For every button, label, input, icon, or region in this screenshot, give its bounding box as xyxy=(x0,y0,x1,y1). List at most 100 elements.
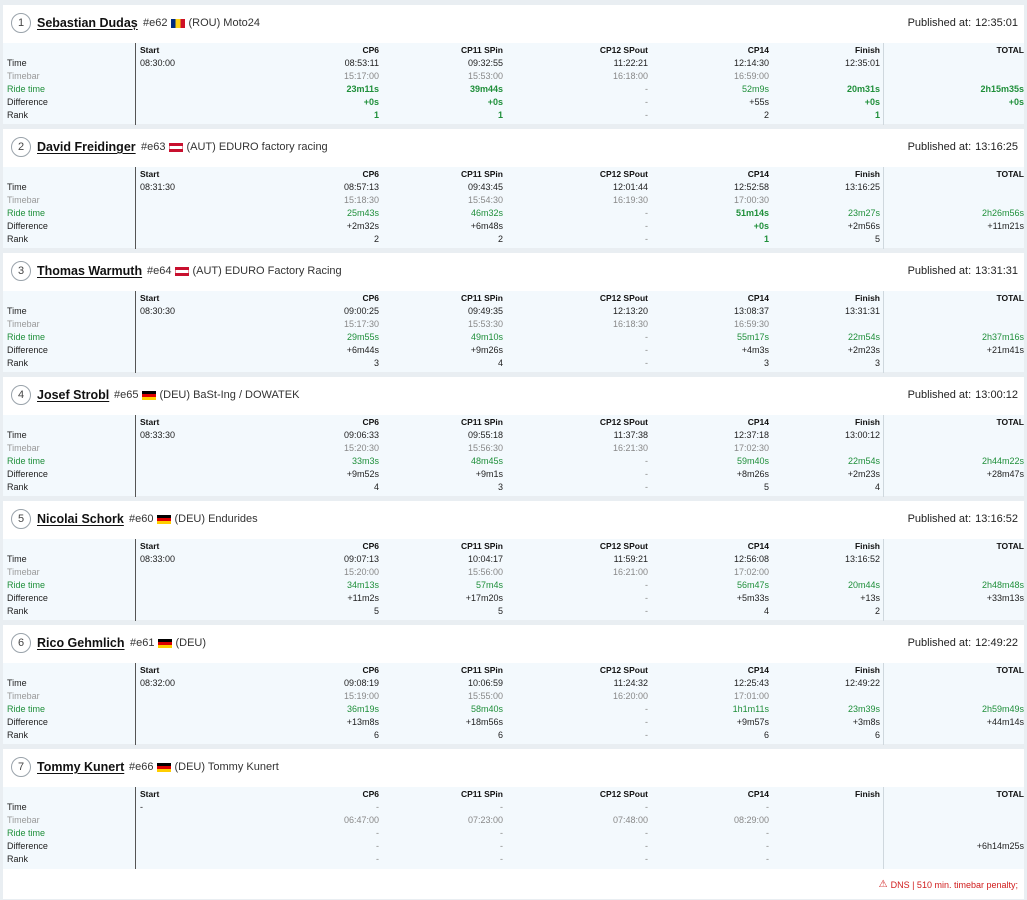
rank-cell: 1 xyxy=(874,110,880,120)
ride-time-cell: 51m14s xyxy=(735,208,769,218)
time-cell: 12:37:18 xyxy=(733,430,769,440)
time-cell: 09:49:35 xyxy=(467,306,503,316)
difference-cell: - xyxy=(766,841,769,851)
ride-time-cell: 52m9s xyxy=(741,84,769,94)
rider-number: #e63 xyxy=(141,141,166,153)
published-label: Published at: xyxy=(907,389,972,401)
column-header-cp14: CP14 xyxy=(747,541,769,551)
timebar-row-label: Timebar xyxy=(7,443,40,453)
ride-time-cell: - xyxy=(645,208,648,218)
timebar-cell: 15:20:30 xyxy=(343,443,379,453)
ride-time-cell: 29m55s xyxy=(346,332,379,342)
rank-cell: 3 xyxy=(497,482,503,492)
difference-cell: +2m23s xyxy=(847,469,880,479)
rider-name-link[interactable]: Sebastian Dudaș xyxy=(37,16,138,30)
difference-row-label: Difference xyxy=(7,841,48,851)
time-cell: 09:08:19 xyxy=(343,678,379,688)
split-times-table: Time Timebar Ride time Difference Rank Start -… xyxy=(3,787,1024,869)
difference-cell: +3m8s xyxy=(852,717,880,727)
timebar-cell: 07:23:00 xyxy=(467,815,503,825)
rank-cell: 6 xyxy=(373,730,379,740)
rider-name-link[interactable]: Thomas Warmuth xyxy=(37,264,142,278)
start-time: 08:31:30 xyxy=(140,182,176,192)
difference-cell: +44m14s xyxy=(986,717,1024,727)
split-times-table: Time Timebar Ride time Difference Rank Start 0… xyxy=(3,663,1024,745)
timebar-cell: 15:54:30 xyxy=(467,195,503,205)
table-divider xyxy=(135,43,136,125)
rank-row-label: Rank xyxy=(7,358,29,368)
rank-cell: 2 xyxy=(373,234,379,244)
difference-row-label: Difference xyxy=(7,593,48,603)
rank-cell: 6 xyxy=(763,730,769,740)
rider-name-link[interactable]: Josef Strobl xyxy=(37,388,109,402)
time-cell: 12:56:08 xyxy=(733,554,769,564)
column-header-cp6: CP6 xyxy=(362,45,379,55)
rank-cell: 1 xyxy=(497,110,503,120)
total-divider xyxy=(883,43,884,125)
time-cell: 09:06:33 xyxy=(343,430,379,440)
time-cell: 09:00:25 xyxy=(343,306,379,316)
column-header-finish: Finish xyxy=(854,665,880,675)
time-cell: - xyxy=(376,802,379,812)
rider-name-link[interactable]: Nicolai Schork xyxy=(37,512,124,526)
position-badge: 2 xyxy=(11,137,31,157)
difference-cell: +18m56s xyxy=(465,717,503,727)
time-cell: 11:37:38 xyxy=(613,430,648,440)
published-time: Published at: 13:00:12 xyxy=(908,389,1018,401)
timebar-cell: 15:56:00 xyxy=(467,567,503,577)
rider-name-link[interactable]: Rico Gehmlich xyxy=(37,636,125,650)
timebar-cell: 15:18:30 xyxy=(343,195,379,205)
start-column-header: Start xyxy=(140,45,160,55)
rank-cell: - xyxy=(645,854,648,864)
difference-cell: +0s xyxy=(487,97,503,107)
split-times-table: Time Timebar Ride time Difference Rank Start 0… xyxy=(3,291,1024,373)
time-cell: 12:01:44 xyxy=(612,182,648,192)
published-label: Published at: xyxy=(907,141,972,153)
time-cell: 09:55:18 xyxy=(467,430,503,440)
time-row-label: Time xyxy=(7,306,27,316)
rider-team: (DEU) Endurides xyxy=(174,513,258,525)
column-header-cp11-spin: CP11 SPin xyxy=(460,45,503,55)
table-divider xyxy=(135,663,136,745)
difference-cell: +21m41s xyxy=(986,345,1024,355)
rank-cell: 2 xyxy=(763,110,769,120)
rider-name-link[interactable]: David Freidinger xyxy=(37,140,136,154)
rank-cell: - xyxy=(645,234,648,244)
rider-info: #e60 (DEU) Endurides xyxy=(129,513,258,525)
rank-cell: 1 xyxy=(373,110,379,120)
difference-cell: +2m23s xyxy=(847,345,880,355)
ride-time-cell: 20m44s xyxy=(847,580,880,590)
rank-row-label: Rank xyxy=(7,606,29,616)
rider-name-link[interactable]: Tommy Kunert xyxy=(37,760,124,774)
column-header-total: TOTAL xyxy=(996,541,1024,551)
rider-number: #e61 xyxy=(130,637,155,649)
rider-info: #e63 (AUT) EDURO factory racing xyxy=(141,141,328,153)
column-header-finish: Finish xyxy=(854,541,880,551)
difference-cell: +13s xyxy=(860,593,880,603)
ride-time-cell: - xyxy=(766,828,769,838)
difference-cell: +6m48s xyxy=(470,221,503,231)
rank-cell: 3 xyxy=(373,358,379,368)
start-column-header: Start xyxy=(140,789,160,799)
published-label: Published at: xyxy=(907,513,972,525)
split-times-table: Time Timebar Ride time Difference Rank Start 0… xyxy=(3,167,1024,249)
table-divider xyxy=(135,787,136,869)
column-header-cp14: CP14 xyxy=(747,45,769,55)
flag-deu-icon xyxy=(142,390,157,400)
ride-time-cell: 2h44m22s xyxy=(981,456,1024,466)
timebar-cell: 07:48:00 xyxy=(612,815,648,825)
timebar-cell: 17:02:00 xyxy=(733,567,769,577)
published-value: 12:35:01 xyxy=(975,17,1018,29)
rider-number: #e65 xyxy=(114,389,139,401)
rider-card: 7 Tommy Kunert #e66 (DEU) Tommy Kunert Time T… xyxy=(3,749,1024,899)
time-cell: 09:32:55 xyxy=(467,58,503,68)
warning-icon: ⚠ xyxy=(878,879,888,890)
difference-row-label: Difference xyxy=(7,469,48,479)
rider-info: #e64 (AUT) EDURO Factory Racing xyxy=(147,265,342,277)
column-header-finish: Finish xyxy=(854,169,880,179)
timebar-cell: 16:59:30 xyxy=(733,319,769,329)
ride-time-row-label: Ride time xyxy=(7,580,46,590)
rider-info: #e62 (ROU) Moto24 xyxy=(143,17,260,29)
column-header-cp12-spout: CP12 SPout xyxy=(599,541,648,551)
table-divider xyxy=(135,167,136,249)
